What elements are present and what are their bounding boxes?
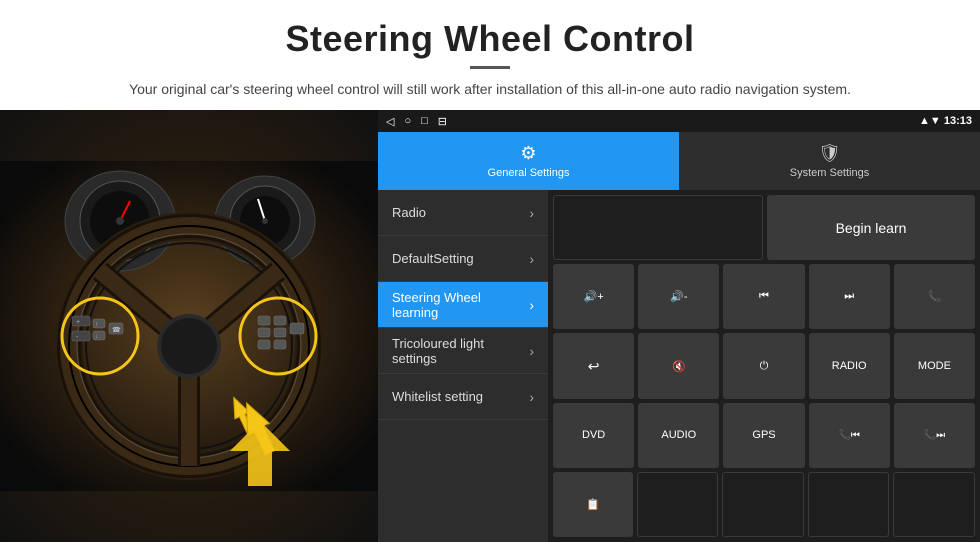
power-icon: ⏻: [760, 360, 769, 373]
car-image-area: + - ↑ ↓ ☎: [0, 110, 378, 542]
nav-recent[interactable]: □: [421, 115, 428, 128]
page-wrapper: Steering Wheel Control Your original car…: [0, 0, 980, 542]
mode-button[interactable]: MODE: [894, 333, 975, 398]
menu-default[interactable]: DefaultSetting ›: [378, 236, 548, 282]
general-settings-icon: ⚙: [520, 143, 536, 164]
phone-next-button[interactable]: 📞⏭: [894, 403, 975, 468]
system-settings-icon: 🛡: [818, 143, 841, 164]
android-panel: ◁ ○ □ ⊟ ▲▼ 13:13 ⚙ General Settings 🛡: [378, 110, 980, 542]
tab-general-label: General Settings: [488, 167, 570, 179]
hang-up-button[interactable]: ↩: [553, 333, 634, 398]
menu-whitelist[interactable]: Whitelist setting ›: [378, 374, 548, 420]
status-bar: ◁ ○ □ ⊟ ▲▼ 13:13: [378, 110, 980, 132]
chevron-icon: ›: [529, 205, 534, 221]
chevron-icon: ›: [529, 343, 534, 359]
clock: 13:13: [944, 115, 972, 127]
prev-track-icon: ⏮: [759, 290, 769, 303]
menu-tricoloured-label: Tricoloured light settings: [392, 336, 529, 366]
tab-system-label: System Settings: [790, 167, 869, 179]
media-button[interactable]: 📋: [553, 472, 633, 537]
gps-button[interactable]: GPS: [723, 403, 804, 468]
menu-steering-label: Steering Wheel learning: [392, 290, 529, 320]
grid-row-4: 📋: [553, 472, 975, 537]
vol-down-icon: 🔊-: [670, 290, 687, 303]
menu-radio[interactable]: Radio ›: [378, 190, 548, 236]
tab-general[interactable]: ⚙ General Settings: [378, 132, 679, 190]
begin-learn-button[interactable]: Begin learn: [767, 195, 975, 260]
menu-tricoloured[interactable]: Tricoloured light settings ›: [378, 328, 548, 374]
empty-slot-5: [893, 472, 975, 537]
menu-radio-label: Radio: [392, 205, 426, 220]
power-button[interactable]: ⏻: [723, 333, 804, 398]
phone-next-icon: 📞⏭: [924, 430, 945, 441]
right-grid: Begin learn 🔊+ 🔊- ⏮: [548, 190, 980, 542]
next-track-button[interactable]: ⏭: [809, 264, 890, 329]
nav-cast[interactable]: ⊟: [438, 115, 447, 128]
signal-icons: ▲▼: [919, 115, 944, 127]
empty-slot-2: [637, 472, 719, 537]
svg-text:↓: ↓: [95, 334, 98, 340]
tab-system[interactable]: 🛡 System Settings: [679, 132, 980, 190]
empty-slot-3: [722, 472, 804, 537]
empty-slot-4: [808, 472, 890, 537]
tab-bar: ⚙ General Settings 🛡 System Settings: [378, 132, 980, 190]
nav-back[interactable]: ◁: [386, 115, 394, 128]
radio-button[interactable]: RADIO: [809, 333, 890, 398]
subtitle-text: Your original car's steering wheel contr…: [60, 79, 920, 100]
prev-track-button[interactable]: ⏮: [723, 264, 804, 329]
chevron-icon: ›: [529, 251, 534, 267]
svg-text:+: +: [76, 319, 80, 326]
hang-up-icon: ↩: [588, 358, 600, 375]
top-row: Begin learn: [553, 195, 975, 260]
menu-default-label: DefaultSetting: [392, 251, 474, 266]
vol-down-button[interactable]: 🔊-: [638, 264, 719, 329]
next-track-icon: ⏭: [844, 290, 854, 303]
grid-row-2: ↩ 🔇 ⏻ RADIO MODE: [553, 333, 975, 398]
header-section: Steering Wheel Control Your original car…: [0, 0, 980, 110]
status-time: ▲▼ 13:13: [919, 115, 972, 127]
nav-home[interactable]: ○: [404, 115, 411, 128]
grid-row-3: DVD AUDIO GPS 📞⏮ 📞⏭: [553, 403, 975, 468]
mute-button[interactable]: 🔇: [638, 333, 719, 398]
vol-up-icon: 🔊+: [584, 290, 604, 303]
steering-wheel-svg: + - ↑ ↓ ☎: [0, 161, 378, 491]
dvd-button[interactable]: DVD: [553, 403, 634, 468]
mute-icon: 🔇: [672, 360, 686, 373]
chevron-icon: ›: [529, 389, 534, 405]
media-icon: 📋: [586, 498, 600, 511]
chevron-icon: ›: [529, 297, 534, 313]
page-title: Steering Wheel Control: [60, 18, 920, 60]
grid-row-1: 🔊+ 🔊- ⏮ ⏭ 📞: [553, 264, 975, 329]
menu-steering[interactable]: Steering Wheel learning ›: [378, 282, 548, 328]
empty-slot: [553, 195, 763, 260]
audio-button[interactable]: AUDIO: [638, 403, 719, 468]
steering-bg: + - ↑ ↓ ☎: [0, 110, 378, 542]
content-row: + - ↑ ↓ ☎: [0, 110, 980, 542]
main-area: Radio › DefaultSetting › Steering Wheel …: [378, 190, 980, 542]
menu-whitelist-label: Whitelist setting: [392, 389, 483, 404]
phone-button[interactable]: 📞: [894, 264, 975, 329]
title-divider: [470, 66, 510, 69]
phone-prev-icon: 📞⏮: [838, 430, 859, 441]
phone-prev-button[interactable]: 📞⏮: [809, 403, 890, 468]
phone-icon: 📞: [928, 290, 942, 303]
left-menu: Radio › DefaultSetting › Steering Wheel …: [378, 190, 548, 542]
svg-text:☎: ☎: [112, 326, 121, 334]
svg-text:↑: ↑: [95, 322, 98, 328]
vol-up-button[interactable]: 🔊+: [553, 264, 634, 329]
status-nav: ◁ ○ □ ⊟: [386, 115, 447, 128]
